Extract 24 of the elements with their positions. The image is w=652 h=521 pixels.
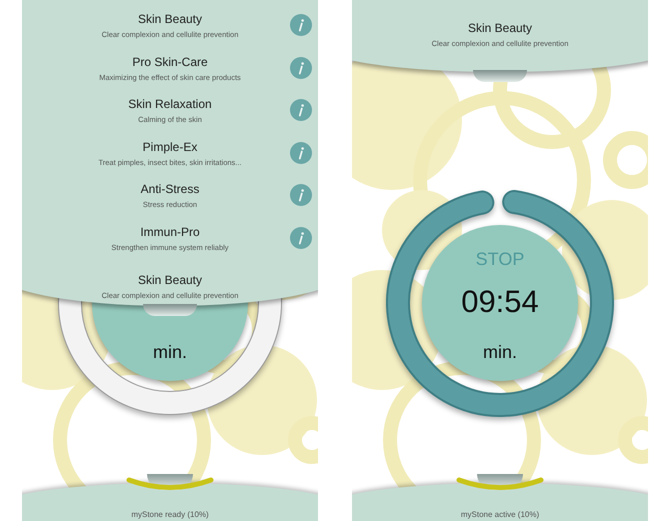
program-title[interactable]: Skin Relaxation bbox=[128, 97, 212, 112]
info-icon[interactable] bbox=[290, 99, 312, 121]
stone-indicator-icon bbox=[125, 477, 215, 491]
stop-label: STOP bbox=[476, 249, 524, 270]
info-icon[interactable] bbox=[290, 56, 312, 78]
status-text: myStone ready (10%) bbox=[131, 510, 209, 519]
program-title[interactable]: Anti-Stress bbox=[140, 182, 200, 197]
current-program-title: Skin Beauty bbox=[468, 21, 532, 36]
info-icon[interactable] bbox=[290, 14, 312, 36]
program-title[interactable]: Immun-Pro bbox=[140, 224, 200, 240]
pull-handle[interactable] bbox=[473, 70, 527, 82]
program-title[interactable]: Pro Skin-Care bbox=[132, 54, 208, 70]
current-program-title: Skin Beauty bbox=[138, 273, 202, 288]
stone-indicator-icon bbox=[455, 477, 545, 491]
time-unit: min. bbox=[482, 342, 517, 363]
status-text: myStone active (10%) bbox=[460, 510, 540, 519]
pull-handle[interactable] bbox=[143, 304, 197, 316]
info-icon[interactable] bbox=[290, 184, 312, 206]
program-title[interactable]: Skin Beauty bbox=[138, 12, 202, 27]
program-title[interactable]: Pimple-Ex bbox=[142, 140, 198, 154]
info-icon[interactable] bbox=[290, 142, 312, 164]
time-unit: min. bbox=[152, 342, 187, 363]
info-icon[interactable] bbox=[290, 226, 312, 248]
timer-time: 09:54 bbox=[461, 284, 539, 320]
